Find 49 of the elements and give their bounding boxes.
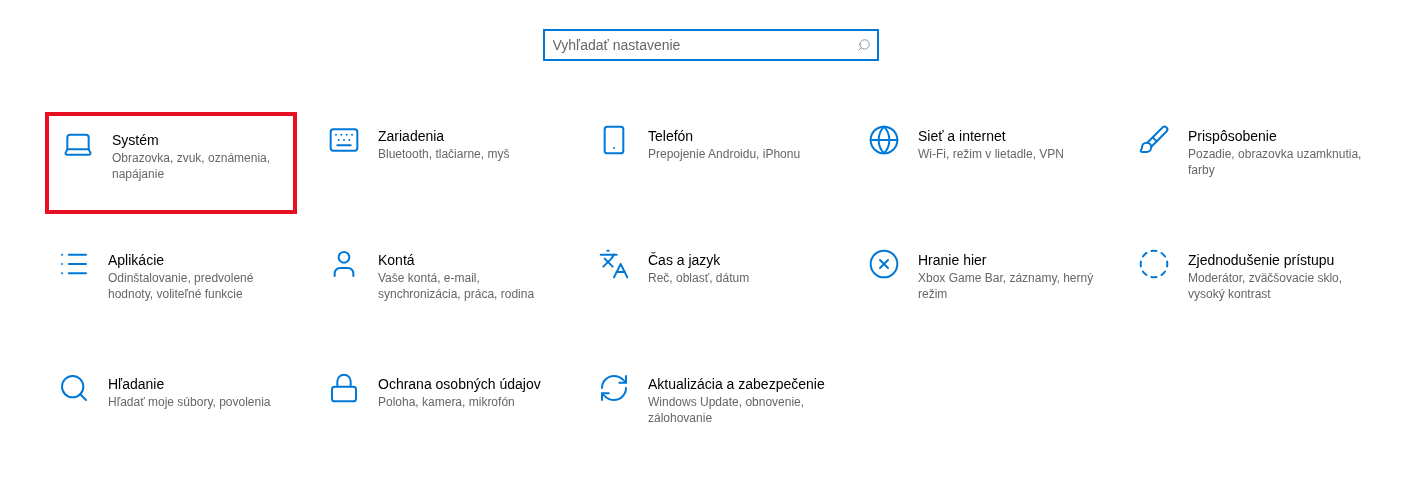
category-title: Čas a jazyk xyxy=(648,251,722,270)
category-title: Aplikácie xyxy=(108,251,166,270)
search-icon xyxy=(58,372,90,404)
category-description: Xbox Game Bar, záznamy, herný režim xyxy=(918,270,1095,302)
category-title: Aktualizácia a zabezpečenie xyxy=(648,375,826,394)
category-description: Moderátor, zväčšovacie sklo, vysoký kontrast xyxy=(1188,270,1344,302)
search-icon xyxy=(856,38,871,52)
category-description: Windows Update, obnovenie, zálohovanie xyxy=(648,394,806,426)
settings-category[interactable]: Čas a jazyk Reč, oblasť, dátum xyxy=(585,236,837,338)
settings-category[interactable]: Aktualizácia a zabezpečenie Windows Update, obnovenie, zálohovanie xyxy=(585,360,837,462)
category-description: Reč, oblasť, dátum xyxy=(648,270,751,286)
category-title: Prispôsobenie xyxy=(1188,127,1278,146)
category-description: Pozadie, obrazovka uzamknutia, farby xyxy=(1188,146,1363,178)
circle-x-icon xyxy=(868,248,900,280)
lock-icon xyxy=(328,372,360,404)
category-description: Vaše kontá, e-mail, synchronizácia, práca, rodina xyxy=(378,270,536,302)
category-description: Poloha, kamera, mikrofón xyxy=(378,394,516,410)
category-description: Bluetooth, tlačiarne, myš xyxy=(378,146,511,162)
settings-category[interactable]: Telefón Prepojenie Androidu, iPhonu xyxy=(585,112,837,214)
category-title: Ochrana osobných údajov xyxy=(378,375,542,394)
settings-category[interactable]: Sieť a internet Wi-Fi, režim v lietadle, VPN xyxy=(855,112,1107,214)
globe-icon xyxy=(868,124,900,156)
settings-category[interactable]: Zjednodušenie prístupu Moderátor, zväčšovacie sklo, vysoký kontrast xyxy=(1125,236,1377,338)
category-title: Telefón xyxy=(648,127,695,146)
settings-category[interactable]: Ochrana osobných údajov Poloha, kamera, mikrofón xyxy=(315,360,567,462)
settings-category[interactable]: Hranie hier Xbox Game Bar, záznamy, herný režim xyxy=(855,236,1107,338)
category-description: Hľadať moje súbory, povolenia xyxy=(108,394,272,410)
category-description: Prepojenie Androidu, iPhonu xyxy=(648,146,802,162)
settings-category[interactable]: Prispôsobenie Pozadie, obrazovka uzamknutia, farby xyxy=(1125,112,1377,214)
dashed-circle-icon xyxy=(1138,248,1170,280)
search-field[interactable]: Vyhľadať nastavenie xyxy=(542,29,879,61)
settings-category[interactable]: Systém Obrazovka, zvuk, oznámenia, napájanie xyxy=(45,112,297,214)
settings-category[interactable]: Aplikácie Odinštalovanie, predvolené hodnoty, voliteľné funkcie xyxy=(45,236,297,338)
category-title: Systém xyxy=(112,131,160,150)
category-title: Kontá xyxy=(378,251,416,270)
category-description: Wi-Fi, režim v lietadle, VPN xyxy=(918,146,1066,162)
settings-category[interactable]: Zariadenia Bluetooth, tlačiarne, myš xyxy=(315,112,567,214)
category-title: Hľadanie xyxy=(108,375,166,394)
brush-icon xyxy=(1138,124,1170,156)
settings-category[interactable]: Hľadanie Hľadať moje súbory, povolenia xyxy=(45,360,297,462)
category-title: Zjednodušenie prístupu xyxy=(1188,251,1336,270)
category-title: Sieť a internet xyxy=(918,127,1007,146)
language-icon xyxy=(598,248,630,280)
category-description: Odinštalovanie, predvolené hodnoty, voliteľné funkcie xyxy=(108,270,255,302)
category-description: Obrazovka, zvuk, oznámenia, napájanie xyxy=(112,150,272,182)
sync-icon xyxy=(598,372,630,404)
category-title: Zariadenia xyxy=(378,127,446,146)
category-title: Hranie hier xyxy=(918,251,988,270)
settings-category[interactable]: Kontá Vaše kontá, e-mail, synchronizácia, práca, rodina xyxy=(315,236,567,338)
